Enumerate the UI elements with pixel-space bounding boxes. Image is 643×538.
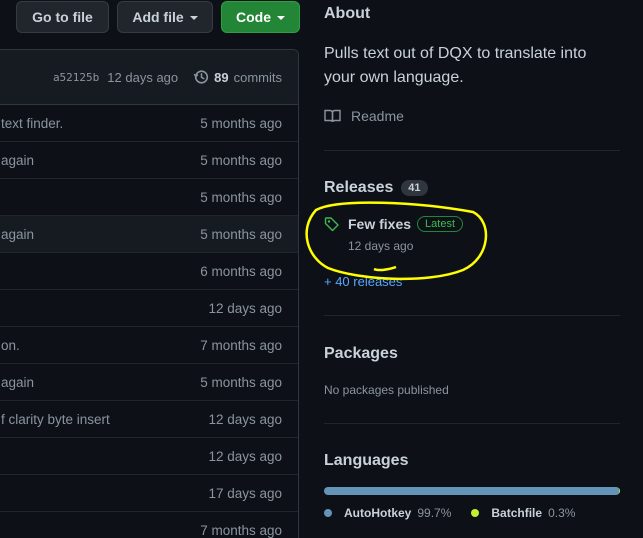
repo-description: Pulls text out of DQX to translate into … xyxy=(324,45,587,86)
commit-age: 17 days ago xyxy=(208,485,282,501)
file-row[interactable]: again 5 months ago xyxy=(0,142,298,179)
file-row[interactable]: again 5 months ago xyxy=(0,216,298,253)
commit-age: 5 months ago xyxy=(200,152,282,168)
commit-count: 89 xyxy=(214,69,229,85)
file-row[interactable]: 12 days ago xyxy=(0,290,298,327)
divider xyxy=(324,315,620,316)
caret-down-icon xyxy=(277,16,285,20)
commit-age: 7 months ago xyxy=(200,522,282,538)
commit-age: 5 months ago xyxy=(200,226,282,242)
commit-sha[interactable]: a52125b xyxy=(53,71,99,84)
packages-heading[interactable]: Packages xyxy=(324,345,398,363)
language-color-dot xyxy=(471,509,480,517)
releases-count: 41 xyxy=(401,180,428,197)
readme-label: Readme xyxy=(351,108,404,124)
releases-heading-row[interactable]: Releases 41 xyxy=(324,179,428,197)
commit-age: 12 days ago xyxy=(208,300,282,316)
history-icon xyxy=(193,70,209,84)
commit-message[interactable]: again xyxy=(1,153,34,168)
language-percent: 0.3% xyxy=(548,506,576,520)
no-packages-text: No packages published xyxy=(324,383,449,397)
code-label: Code xyxy=(236,9,271,25)
commit-age: 5 months ago xyxy=(200,115,282,131)
divider xyxy=(324,150,620,151)
file-row[interactable]: 17 days ago xyxy=(0,475,298,512)
commit-age: 12 days ago xyxy=(107,69,179,85)
language-name: Batchfile xyxy=(491,506,543,520)
file-row[interactable]: 12 days ago xyxy=(0,438,298,475)
language-color-dot xyxy=(324,509,332,517)
go-to-file-button[interactable]: Go to file xyxy=(16,1,109,33)
commit-age: 7 months ago xyxy=(200,337,282,353)
language-item[interactable]: Batchfile 0.3% xyxy=(471,506,575,520)
commit-age: 12 days ago xyxy=(208,411,282,427)
language-bar-segment xyxy=(619,487,620,495)
file-rows: text finder. 5 months ago again 5 months ag… xyxy=(0,105,298,538)
file-row[interactable]: 7 months ago xyxy=(0,512,298,538)
commit-age: 5 months ago xyxy=(200,374,282,390)
book-icon xyxy=(324,109,341,123)
file-row[interactable]: on. 7 months ago xyxy=(0,327,298,364)
add-file-label: Add file xyxy=(132,9,184,25)
file-row[interactable]: again 5 months ago xyxy=(0,364,298,401)
releases-heading: Releases xyxy=(324,179,394,196)
commits-label: commits xyxy=(233,69,282,85)
code-button[interactable]: Code xyxy=(221,1,300,33)
commits-link[interactable]: 89 commits xyxy=(193,69,282,85)
latest-commit-header: a52125b 12 days ago 89 commits xyxy=(0,50,298,105)
commit-age: 12 days ago xyxy=(208,448,282,464)
file-list-panel: a52125b 12 days ago 89 commits text find… xyxy=(0,49,299,538)
languages-heading: Languages xyxy=(324,452,409,469)
file-row[interactable]: f clarity byte insert 12 days ago xyxy=(0,401,298,438)
commit-message[interactable]: f clarity byte insert xyxy=(1,412,110,427)
language-percent: 99.7% xyxy=(417,506,452,520)
caret-down-icon xyxy=(189,16,198,20)
file-row[interactable]: 5 months ago xyxy=(0,179,298,216)
language-item[interactable]: AutoHotkey 99.7% xyxy=(324,506,451,520)
file-row[interactable]: text finder. 5 months ago xyxy=(0,105,298,142)
add-file-button[interactable]: Add file xyxy=(117,1,213,33)
highlight-circle-annotation xyxy=(305,201,488,281)
readme-link[interactable]: Readme xyxy=(324,108,404,124)
commit-message[interactable]: again xyxy=(1,375,34,390)
divider xyxy=(324,423,620,424)
commit-message[interactable]: text finder. xyxy=(1,116,63,131)
language-bar-segment xyxy=(324,487,620,495)
language-bar xyxy=(324,487,620,495)
about-heading: About xyxy=(324,5,371,22)
commit-message[interactable]: again xyxy=(1,227,34,242)
file-row[interactable]: 6 months ago xyxy=(0,253,298,290)
commit-age: 5 months ago xyxy=(200,189,282,205)
commit-age: 6 months ago xyxy=(200,263,282,279)
commit-message[interactable]: on. xyxy=(1,338,20,353)
go-to-file-label: Go to file xyxy=(32,9,93,25)
language-name: AutoHotkey xyxy=(344,506,412,520)
language-legend: AutoHotkey 99.7% Batchfile 0.3% xyxy=(324,506,575,520)
